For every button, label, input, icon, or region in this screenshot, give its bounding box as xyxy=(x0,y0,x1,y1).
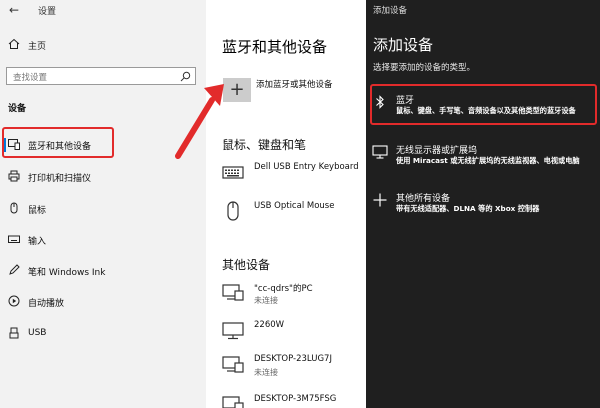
option-everything-else[interactable]: 其他所有设备 带有无线适配器、DLNA 等的 Xbox 控制器 xyxy=(370,190,596,220)
device-name: 2260W xyxy=(254,320,285,330)
search-icon xyxy=(180,71,191,82)
device-item[interactable]: DESKTOP-23LUG7J 未连接 xyxy=(222,352,366,382)
option-description: 带有无线适配器、DLNA 等的 Xbox 控制器 xyxy=(396,204,540,213)
sidebar-item-input[interactable]: 输入 xyxy=(0,229,206,251)
sidebar-item-label: USB xyxy=(28,328,47,338)
mouse-icon xyxy=(10,202,18,214)
sidebar-item-mouse[interactable]: 鼠标 xyxy=(0,198,206,220)
device-item[interactable]: Dell USB Entry Keyboard xyxy=(222,160,366,190)
option-description: 使用 Miracast 或无线扩展坞的无线监视器、电视或电脑 xyxy=(396,156,580,165)
section-other-devices: 其他设备 xyxy=(222,258,271,272)
plus-icon xyxy=(373,193,387,207)
settings-sidebar: ← 设置 主页 查找设置 设备 蓝牙和其他设备 打印机和扫描仪 鼠标 输入 笔和… xyxy=(0,0,206,408)
monitor-icon xyxy=(372,145,388,159)
computer-icon xyxy=(222,284,244,301)
section-mouse-keyboard-pen: 鼠标、键盘和笔 xyxy=(222,138,307,152)
add-device-label[interactable]: 添加蓝牙或其他设备 xyxy=(256,78,333,90)
option-wireless-display[interactable]: 无线显示器或扩展坞 使用 Miracast 或无线扩展坞的无线监视器、电视或电脑 xyxy=(370,142,596,172)
section-devices: 设备 xyxy=(8,104,27,114)
bluetooth-page: 蓝牙和其他设备 + 添加蓝牙或其他设备 鼠标、键盘和笔 Dell USB Ent… xyxy=(206,0,366,408)
device-name: USB Optical Mouse xyxy=(254,201,335,211)
device-name: DESKTOP-3M75FSG xyxy=(254,394,337,404)
sidebar-item-pen[interactable]: 笔和 Windows Ink xyxy=(0,260,206,282)
page-title: 蓝牙和其他设备 xyxy=(222,38,328,56)
search-placeholder: 查找设置 xyxy=(13,73,48,83)
dialog-title: 添加设备 xyxy=(373,36,434,54)
sidebar-item-label: 笔和 Windows Ink xyxy=(28,268,106,278)
computer-icon xyxy=(222,396,244,408)
device-item[interactable]: "cc-qdrs"的PC 未连接 xyxy=(222,280,366,310)
device-name: DESKTOP-23LUG7J xyxy=(254,354,332,364)
autoplay-icon xyxy=(8,295,20,307)
sidebar-item-autoplay[interactable]: 自动播放 xyxy=(0,291,206,313)
sidebar-item-printers[interactable]: 打印机和扫描仪 xyxy=(0,166,206,188)
sidebar-item-label: 自动播放 xyxy=(28,299,65,309)
mouse-icon xyxy=(227,201,239,221)
sidebar-item-label: 打印机和扫描仪 xyxy=(28,174,92,184)
keyboard-icon xyxy=(8,235,20,243)
keyboard-icon xyxy=(222,166,244,179)
device-name: "cc-qdrs"的PC xyxy=(254,284,313,294)
nav-home-label: 主页 xyxy=(28,42,47,52)
dialog-subtitle: 选择要添加的设备的类型。 xyxy=(373,63,476,73)
printer-icon xyxy=(8,170,20,182)
dialog-window-title: 添加设备 xyxy=(373,6,408,16)
annotation-box-left xyxy=(2,127,114,158)
app-title: 设置 xyxy=(38,7,57,17)
device-status: 未连接 xyxy=(254,368,278,377)
option-name: 无线显示器或扩展坞 xyxy=(396,146,478,156)
device-item[interactable]: DESKTOP-3M75FSG 未连接 xyxy=(222,392,366,408)
titlebar: ← 设置 xyxy=(0,0,206,22)
device-status: 未连接 xyxy=(254,296,278,305)
nav-home[interactable]: 主页 xyxy=(0,36,206,56)
sidebar-item-usb[interactable]: USB xyxy=(0,323,206,345)
annotation-box-right xyxy=(370,84,597,125)
annotation-arrow-icon xyxy=(175,84,224,159)
device-item[interactable]: USB Optical Mouse xyxy=(222,198,366,228)
computer-icon xyxy=(222,356,244,373)
device-name: Dell USB Entry Keyboard xyxy=(254,162,359,172)
sidebar-item-label: 输入 xyxy=(28,237,47,247)
add-device-dialog: 添加设备 添加设备 选择要添加的设备的类型。 蓝牙 鼠标、键盘、手写笔、音频设备… xyxy=(366,0,600,408)
device-item[interactable]: 2260W xyxy=(222,318,366,348)
usb-icon xyxy=(9,327,19,339)
home-icon xyxy=(8,38,20,49)
pen-icon xyxy=(9,264,20,275)
sidebar-item-label: 鼠标 xyxy=(28,206,47,216)
option-name: 其他所有设备 xyxy=(396,194,451,204)
back-arrow-icon[interactable]: ← xyxy=(9,3,19,17)
monitor-icon xyxy=(222,322,244,340)
